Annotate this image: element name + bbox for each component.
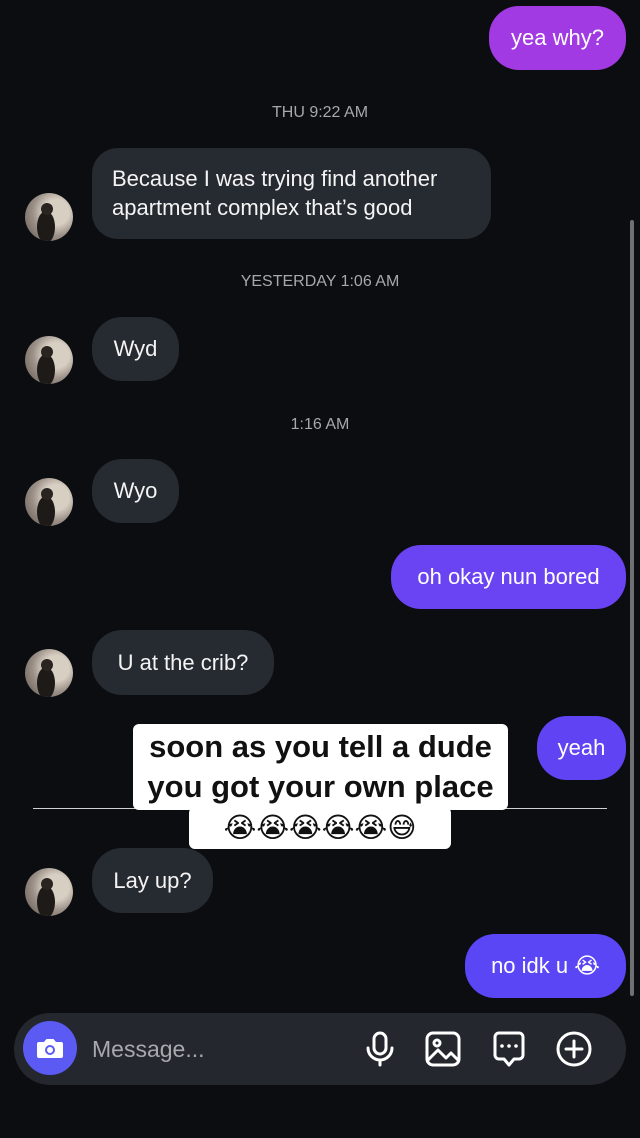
- dm-thread-screen: yea why? THU 9:22 AM Because I was tryin…: [0, 0, 640, 1138]
- message-text: oh okay nun bored: [417, 564, 600, 589]
- caption-line: you got your own place: [147, 769, 494, 804]
- avatar[interactable]: [25, 336, 73, 384]
- message-composer: [14, 1013, 626, 1085]
- message-text: Wyd: [113, 336, 158, 361]
- timestamp: THU 9:22 AM: [271, 104, 369, 121]
- message-bubble-incoming[interactable]: Because I was trying find another apartm…: [92, 148, 491, 239]
- message-bubble-outgoing[interactable]: yea why?: [489, 6, 626, 70]
- caption-line: soon as you tell a dude: [149, 729, 492, 764]
- microphone-button[interactable]: [360, 1029, 400, 1069]
- message-text: U at the crib?: [117, 649, 249, 675]
- sticker-chat-icon: [493, 1031, 525, 1067]
- message-input[interactable]: [92, 1033, 352, 1065]
- gallery-icon: [425, 1031, 461, 1067]
- avatar[interactable]: [25, 193, 73, 241]
- message-bubble-incoming[interactable]: Wyd: [92, 317, 179, 381]
- add-button[interactable]: [554, 1029, 594, 1069]
- message-text: Lay up?: [113, 867, 192, 893]
- overlay-caption-emoji: 😭😭😭😭😭😅: [189, 807, 451, 849]
- message-bubble-outgoing[interactable]: oh okay nun bored: [391, 545, 626, 609]
- avatar[interactable]: [25, 478, 73, 526]
- timestamp: 1:16 AM: [290, 416, 350, 433]
- gallery-button[interactable]: [423, 1029, 463, 1069]
- message-text: Wyo: [113, 478, 158, 503]
- message-bubble-outgoing[interactable]: yeah: [537, 716, 626, 780]
- overlay-caption: soon as you tell a dude you got your own…: [133, 724, 508, 810]
- message-bubble-incoming[interactable]: U at the crib?: [92, 630, 274, 695]
- plus-circle-icon: [556, 1031, 592, 1067]
- message-text: no idk u 😭: [491, 953, 600, 978]
- timestamp: YESTERDAY 1:06 AM: [240, 273, 400, 290]
- message-text: yeah: [557, 735, 606, 760]
- avatar[interactable]: [25, 649, 73, 697]
- sticker-chat-button[interactable]: [489, 1029, 529, 1069]
- scrollbar[interactable]: [630, 220, 634, 996]
- camera-icon: [37, 1039, 63, 1058]
- message-bubble-incoming[interactable]: Lay up?: [92, 848, 213, 913]
- avatar[interactable]: [25, 868, 73, 916]
- message-bubble-incoming[interactable]: Wyo: [92, 459, 179, 523]
- microphone-icon: [366, 1031, 394, 1067]
- message-text: yea why?: [511, 25, 604, 50]
- message-text-line: Because I was trying find another: [112, 166, 438, 191]
- camera-button[interactable]: [23, 1021, 77, 1075]
- message-text-line: apartment complex that’s good: [112, 195, 413, 220]
- message-bubble-outgoing[interactable]: no idk u 😭: [465, 934, 626, 998]
- caption-emoji-line: 😭😭😭😭😭😅: [223, 812, 417, 843]
